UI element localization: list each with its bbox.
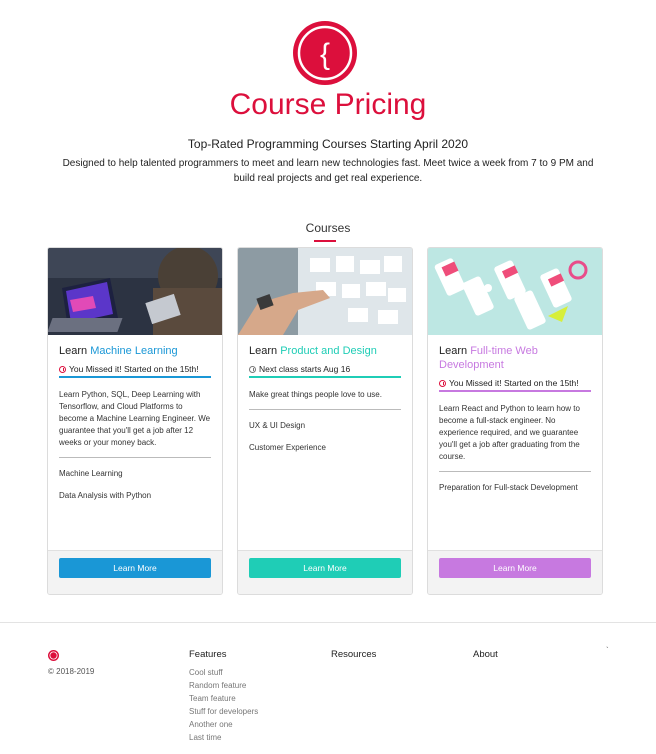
footer-link[interactable]: Cool stuff (189, 666, 258, 679)
course-description: Learn Python, SQL, Deep Learning with Te… (59, 390, 211, 447)
footer-column-title: About (473, 649, 498, 660)
course-title-prefix: Learn (249, 345, 278, 357)
footer-column-about: About (473, 649, 498, 666)
footer-column-resources: Resources (331, 649, 376, 666)
course-status-text: You Missed it! Started on the 15th! (449, 378, 579, 388)
course-card-machine-learning: Learn Machine Learning You Missed it! St… (47, 247, 223, 595)
course-status: You Missed it! Started on the 15th! (439, 377, 591, 392)
learn-more-button[interactable]: Learn More (249, 558, 401, 578)
footer-link[interactable]: Last time (189, 731, 258, 744)
course-title-prefix: Learn (439, 345, 468, 357)
course-title: Learn Product and Design (249, 344, 401, 358)
footer-link[interactable]: Team feature (189, 692, 258, 705)
page-subtitle: Top-Rated Programming Courses Starting A… (187, 137, 469, 151)
page-title: Course Pricing (229, 88, 427, 121)
course-title-prefix: Learn (59, 345, 88, 357)
logo-icon: { (293, 21, 357, 85)
course-status: Next class starts Aug 16 (249, 363, 401, 378)
course-status-text: Next class starts Aug 16 (259, 364, 351, 374)
course-title: Learn Machine Learning (59, 344, 211, 358)
footer-link[interactable]: Another one (189, 718, 258, 731)
learn-more-button[interactable]: Learn More (59, 558, 211, 578)
course-title: Learn Full-time Web Development (439, 344, 591, 372)
course-card-web-development: Learn Full-time Web Development You Miss… (427, 247, 603, 595)
course-topic: Customer Experience (249, 443, 326, 452)
page-description: Designed to help talented programmers to… (62, 158, 594, 184)
logo-glyph: { (320, 38, 330, 71)
course-image-machine-learning (48, 248, 222, 335)
clock-icon (249, 365, 256, 373)
brand-logo: { (292, 20, 358, 86)
card-footer: Learn More (238, 550, 412, 594)
copyright-text: © 2018-2019 (48, 667, 95, 676)
course-topic: Machine Learning (59, 469, 123, 478)
alert-clock-icon (59, 365, 66, 373)
course-status: You Missed it! Started on the 15th! (59, 363, 211, 378)
footer-logo-icon (48, 650, 59, 661)
card-footer: Learn More (48, 550, 222, 594)
course-title-topic: Product and Design (280, 345, 377, 357)
card-footer: Learn More (428, 550, 602, 594)
course-image-product-design (238, 248, 412, 335)
footer-column-title: Features (189, 649, 227, 660)
course-topic: UX & UI Design (249, 421, 306, 430)
course-status-text: You Missed it! Started on the 15th! (69, 364, 199, 374)
courses-heading-underline (314, 240, 336, 242)
course-card-product-design: Learn Product and Design Next class star… (237, 247, 413, 595)
alert-clock-icon (439, 379, 446, 387)
course-title-topic: Machine Learning (90, 345, 178, 357)
course-divider (59, 457, 211, 458)
learn-more-button[interactable]: Learn More (439, 558, 591, 578)
footer-divider (0, 622, 656, 623)
course-topic: Preparation for Full-stack Development (439, 483, 578, 492)
courses-heading: Courses (305, 221, 351, 235)
course-divider (439, 471, 591, 472)
footer-column-features: Features Cool stuff Random feature Team … (189, 649, 258, 744)
course-topic: Data Analysis with Python (59, 491, 152, 500)
footer-link[interactable]: Random feature (189, 679, 258, 692)
footer-column-title: Resources (331, 649, 377, 660)
footer-link[interactable]: Stuff for developers (189, 705, 258, 718)
course-divider (249, 409, 401, 410)
course-image-web-development (428, 248, 602, 335)
course-description: Make great things people love to use. (249, 390, 382, 399)
course-description: Learn React and Python to learn how to b… (439, 404, 580, 461)
stray-mark: ` (606, 646, 609, 655)
